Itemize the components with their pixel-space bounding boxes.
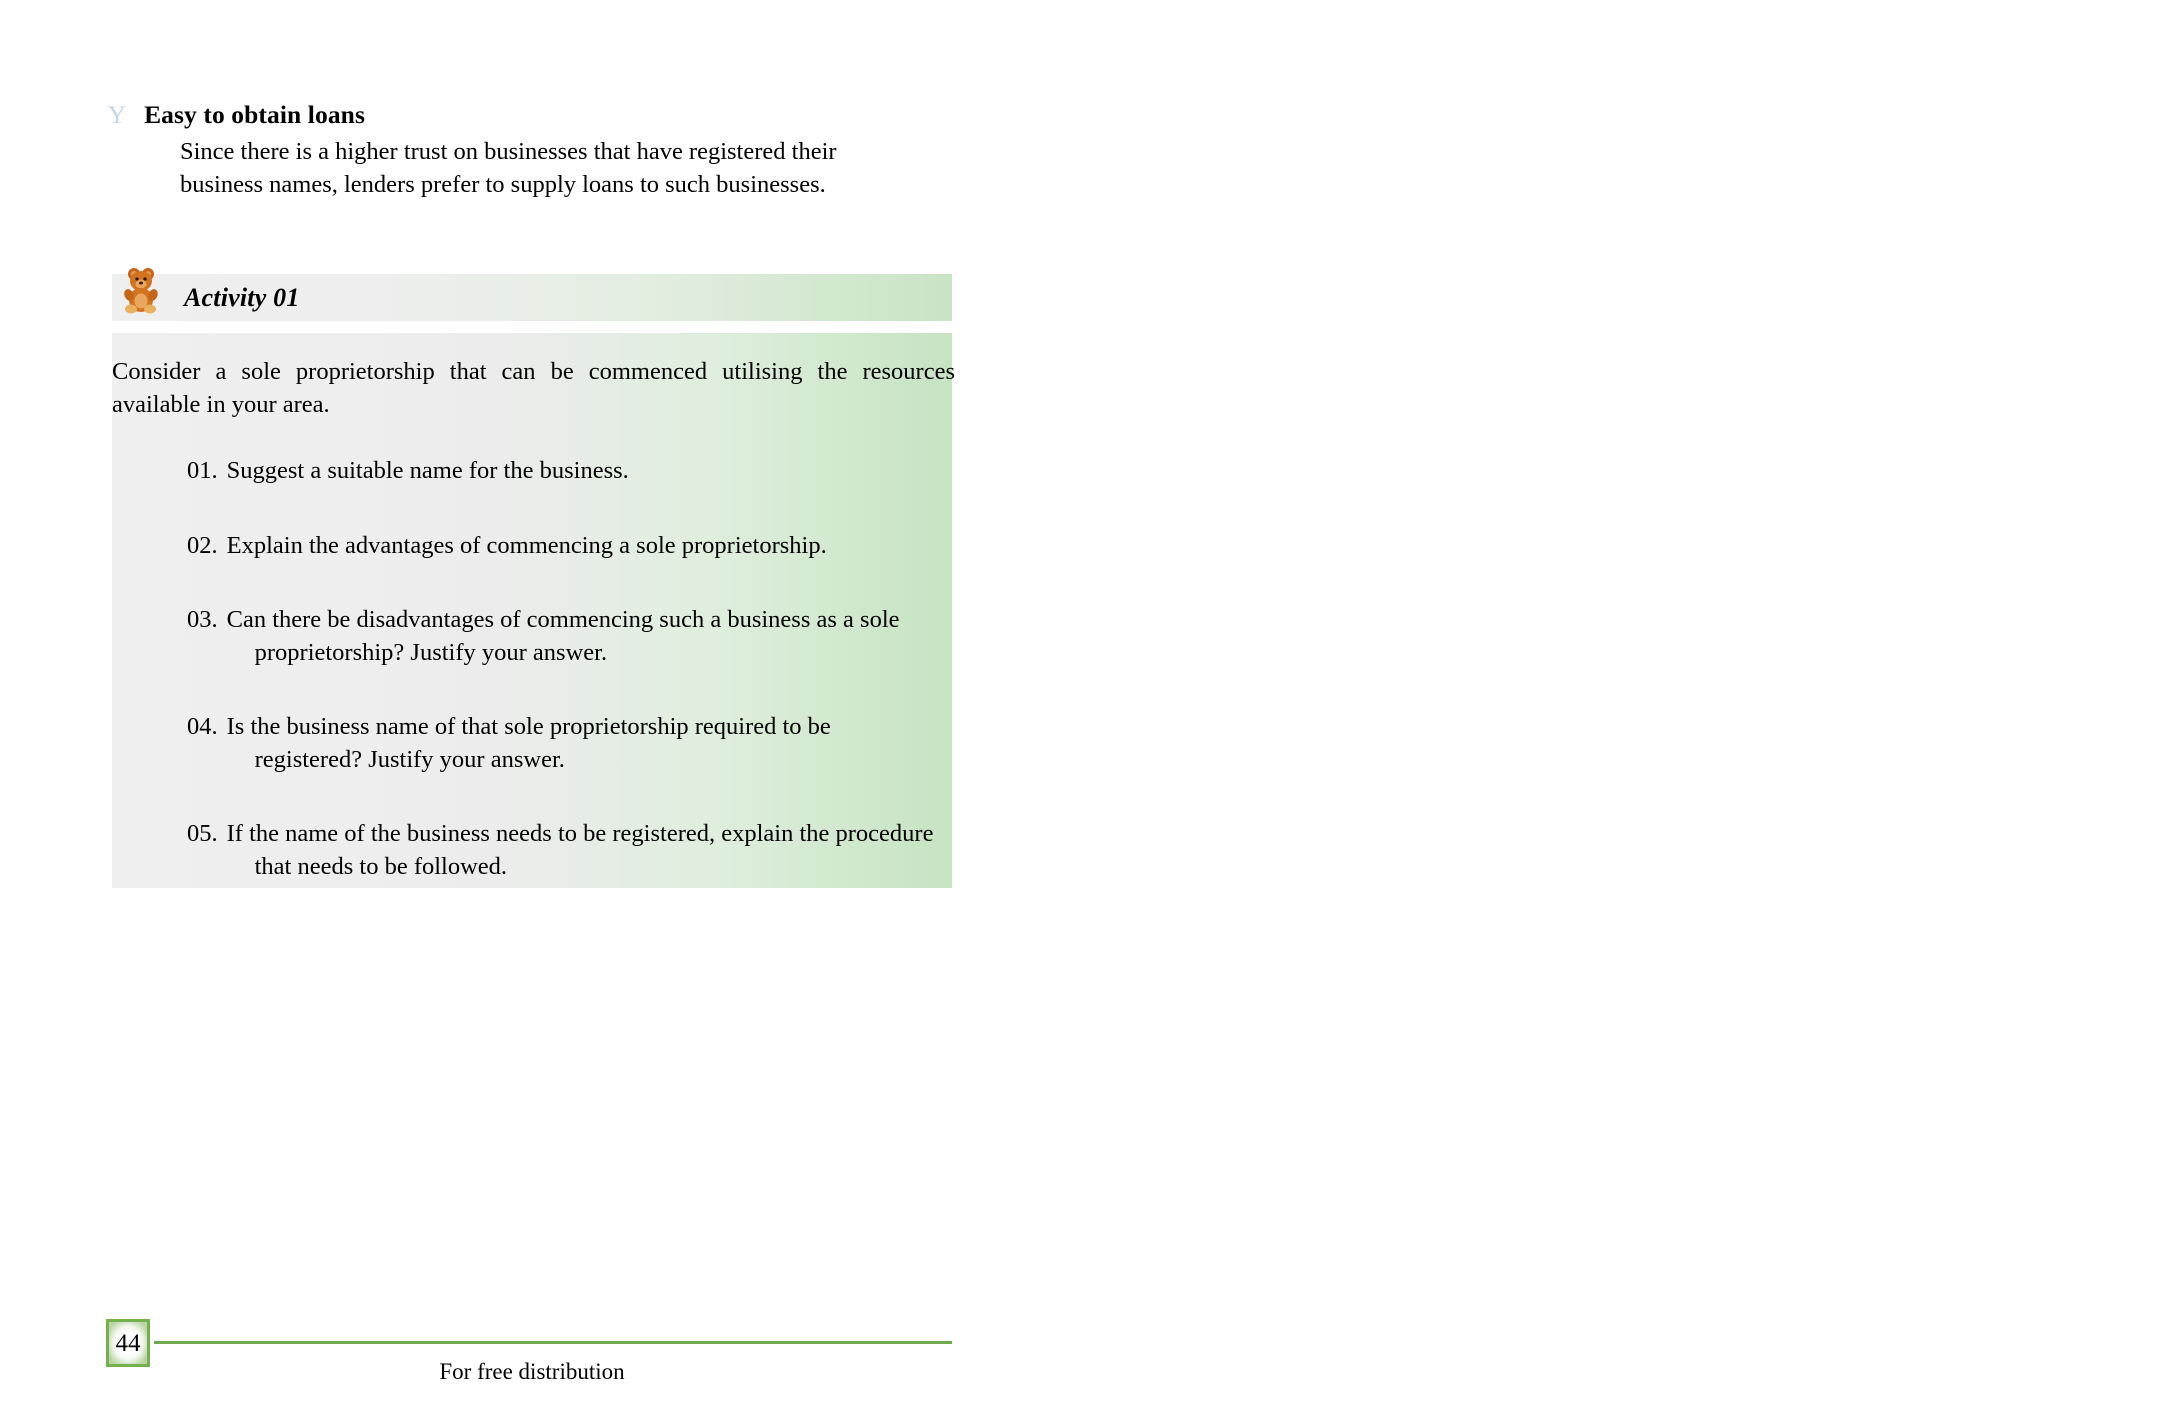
question-line-1: Can there be disadvantages of commencing… — [226, 606, 900, 634]
question-number: 01. — [187, 457, 218, 484]
teddy-bear-icon — [124, 268, 158, 314]
activity-01-question: 01. Suggest a suitable name for the busi… — [187, 455, 977, 488]
section-heading-body: Since there is a higher trust on busines… — [180, 138, 837, 198]
question-line-2: proprietorship? Justify your answer. — [254, 638, 608, 666]
question-text: Suggest a suitable name for the business… — [226, 457, 629, 484]
wingding-bullet-icon: Y — [108, 102, 127, 129]
question-line-2: registered? Justify your answer. — [254, 745, 565, 773]
footer-divider — [154, 1341, 952, 1344]
page-right: Activity 02 Prepare a table by listing s… — [1087, 0, 2175, 1425]
question-line-1: If the name of the business needs to be … — [226, 820, 934, 848]
heading-row: Y Easy to obtain loans — [108, 100, 988, 130]
question-text: If the name of the business needs to be … — [227, 818, 977, 883]
two-page-spread: Y Easy to obtain loans Since there is a … — [0, 0, 2175, 1425]
question-number: 03. — [187, 606, 218, 634]
question-text: Explain the advantages of commencing a s… — [226, 531, 827, 559]
activity-01-intro: Consider a sole proprietorship that can … — [112, 358, 955, 419]
activity-01-header: Activity 01 — [112, 268, 952, 321]
activity-01-question: 04. Is the business name of that sole pr… — [187, 711, 977, 776]
question-text: Can there be disadvantages of commencing… — [227, 604, 977, 669]
question-line-1: Is the business name of that sole propri… — [226, 713, 831, 741]
activity-01-question: 03. Can there be disadvantages of commen… — [187, 604, 977, 669]
activity-01-question: 02. Explain the advantages of commencing… — [187, 530, 977, 563]
question-number: 05. — [187, 820, 218, 848]
footer-left: 44 For free distribution — [106, 1305, 952, 1425]
question-number: 04. — [187, 713, 218, 741]
page-left: Y Easy to obtain loans Since there is a … — [0, 0, 1087, 1425]
activity-01-body: Consider a sole proprietorship that can … — [112, 333, 955, 888]
footer-note-left: For free distribution — [439, 1359, 625, 1384]
heading-bullet-block: Y Easy to obtain loans Since there is a … — [108, 100, 988, 201]
activity-01-question-list: 01. Suggest a suitable name for the busi… — [187, 455, 977, 926]
section-heading: Easy to obtain loans — [144, 100, 365, 129]
question-number: 02. — [187, 531, 218, 559]
question-line-2: that needs to be followed. — [254, 853, 508, 881]
activity-01-label: Activity 01 — [184, 282, 300, 312]
question-text: Is the business name of that sole propri… — [227, 711, 977, 776]
activity-01-question: 05. If the name of the business needs to… — [187, 818, 977, 883]
